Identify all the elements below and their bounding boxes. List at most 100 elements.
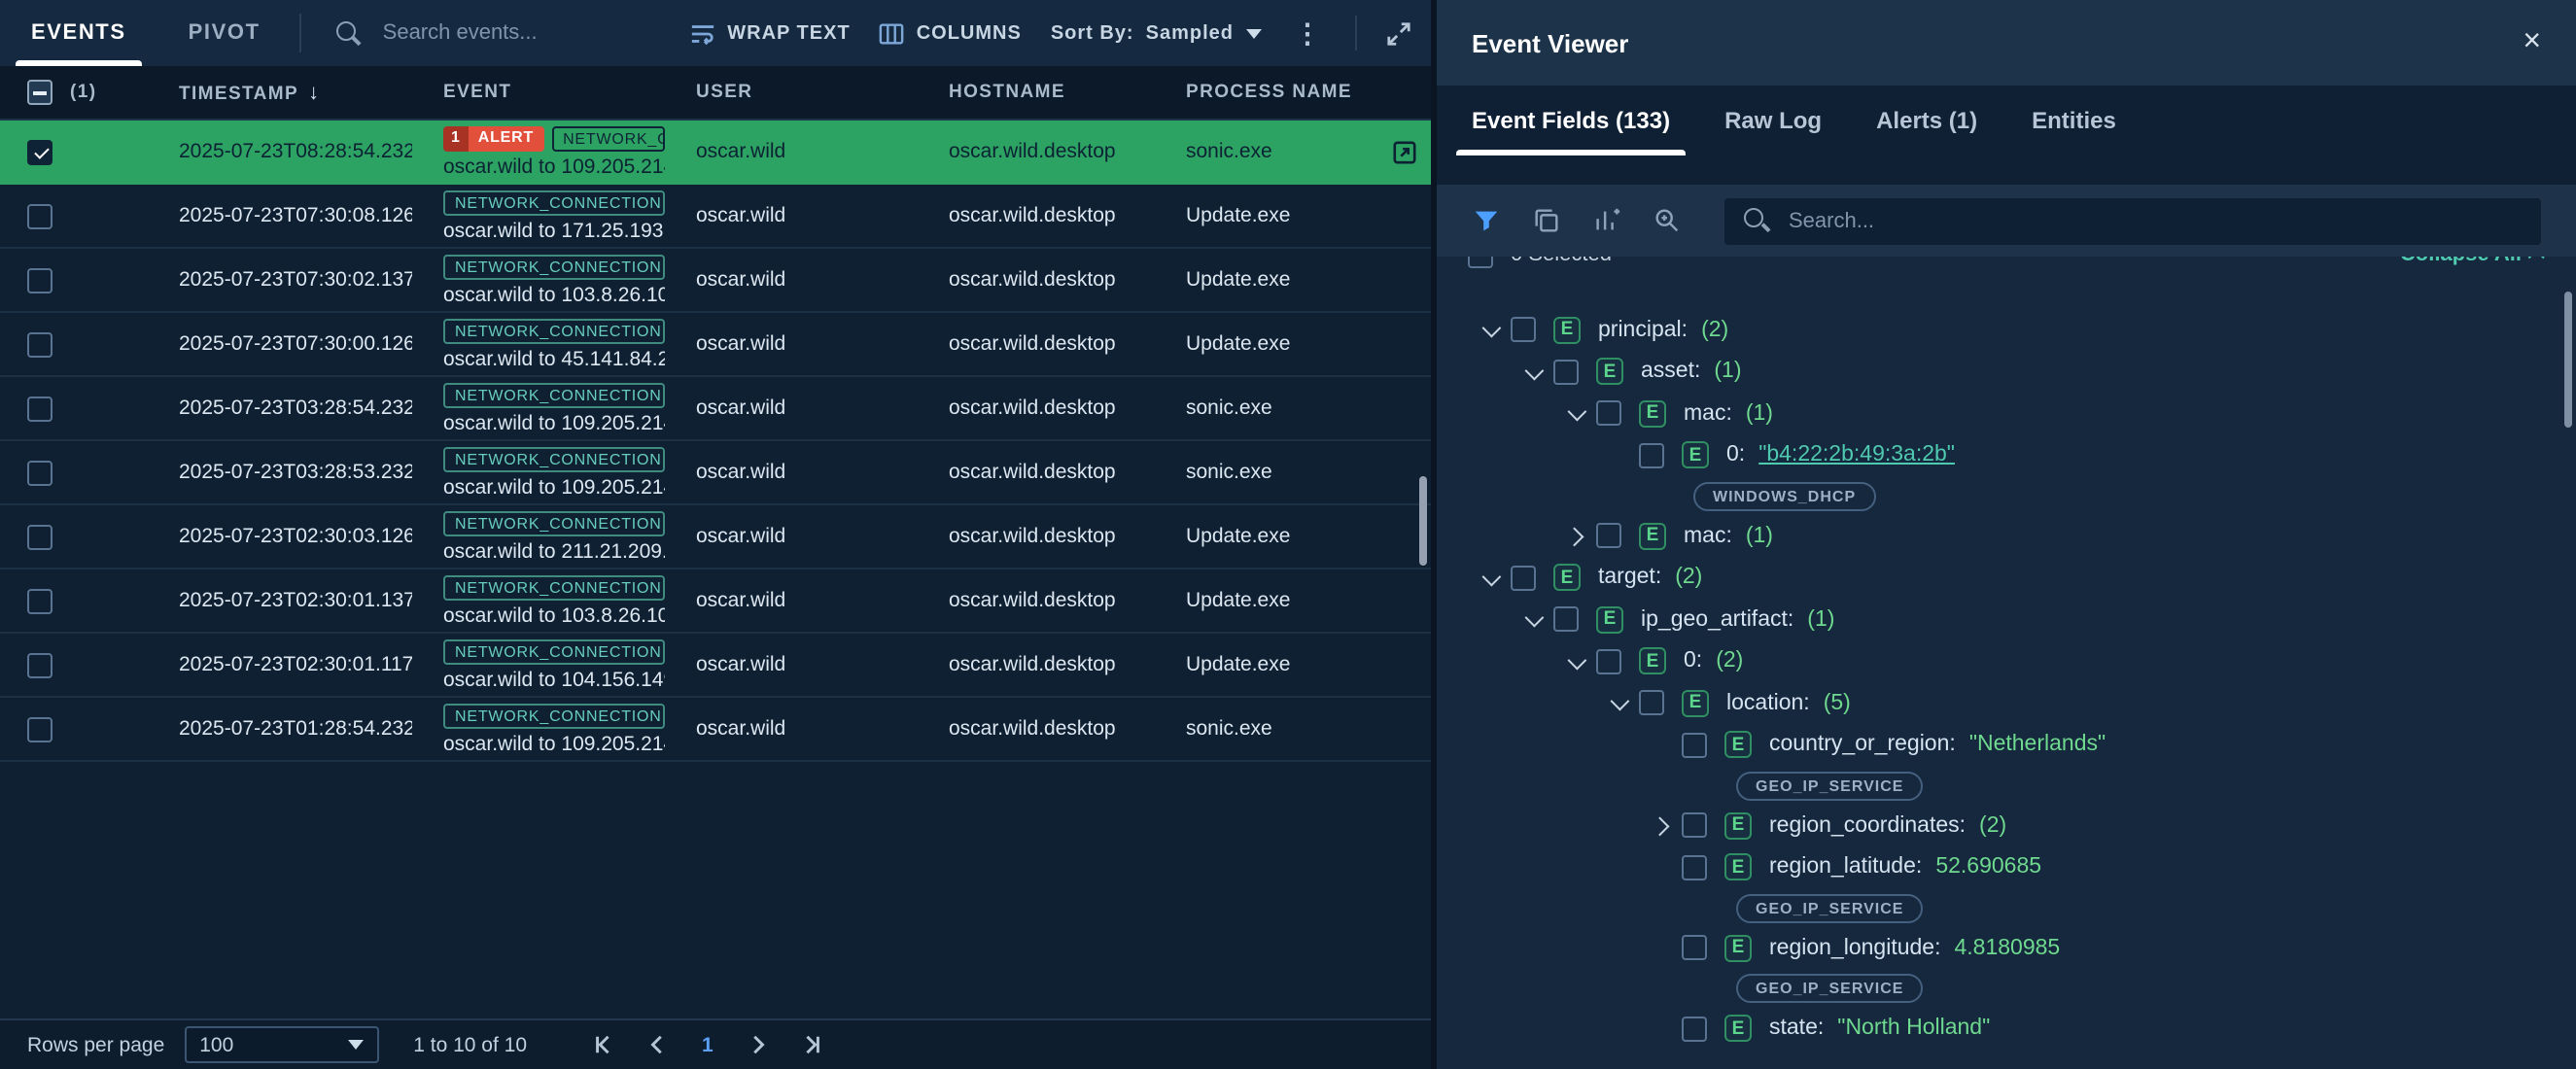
chevron-icon[interactable] xyxy=(1650,817,1669,837)
field-value[interactable]: 4.8180985 xyxy=(1955,937,2061,960)
select-all-checkbox[interactable] xyxy=(27,80,52,105)
tab-raw-log[interactable]: Raw Log xyxy=(1697,86,1849,155)
collapse-all-button[interactable]: Collapse All xyxy=(2400,257,2545,266)
tab-alerts-1[interactable]: Alerts (1) xyxy=(1849,86,2004,155)
field-checkbox[interactable] xyxy=(1511,318,1536,343)
tab-event-fields-133[interactable]: Event Fields (133) xyxy=(1445,86,1697,155)
tree-node[interactable]: E state: "North Holland" xyxy=(1437,1008,2576,1050)
field-checkbox[interactable] xyxy=(1511,566,1536,591)
field-checkbox[interactable] xyxy=(1596,401,1621,427)
rows-per-page-select[interactable]: 100 xyxy=(184,1026,378,1063)
tree-node[interactable]: E country_or_region: "Netherlands" xyxy=(1437,724,2576,766)
sort-desc-icon[interactable]: ↓ xyxy=(308,81,320,104)
chevron-icon[interactable] xyxy=(1567,650,1586,670)
tree-node[interactable]: E region_coordinates: (2) xyxy=(1437,805,2576,846)
field-value[interactable]: 52.690685 xyxy=(1935,856,2041,879)
field-checkbox[interactable] xyxy=(1596,524,1621,549)
column-header-timestamp[interactable]: TIMESTAMP↓ xyxy=(163,81,428,104)
event-type-chip[interactable]: NETWORK_CONNECTION xyxy=(443,638,665,664)
event-type-chip[interactable]: NETWORK_CONNECTION xyxy=(443,254,665,279)
field-checkbox[interactable] xyxy=(1682,733,1707,758)
field-value[interactable]: "b4:22:2b:49:3a:2b" xyxy=(1758,444,1955,467)
field-value[interactable]: "Netherlands" xyxy=(1969,734,2106,757)
column-header-process-name[interactable]: PROCESS NAME xyxy=(1170,82,1384,103)
field-value[interactable]: "North Holland" xyxy=(1837,1017,1990,1041)
tree-node[interactable]: E mac: (1) xyxy=(1437,515,2576,557)
add-chart-icon[interactable] xyxy=(1592,206,1621,235)
investigate-icon[interactable] xyxy=(1392,139,1429,164)
previous-page-icon[interactable] xyxy=(647,1034,669,1055)
field-checkbox[interactable] xyxy=(1639,443,1664,468)
table-row[interactable]: 2025-07-23T02:30:01.117 NETWORK_CONNECTI… xyxy=(0,634,1431,698)
tree-node[interactable]: E asset: (1) xyxy=(1437,351,2576,393)
events-search-input[interactable] xyxy=(379,19,664,47)
table-row[interactable]: 2025-07-23T01:28:54.232 NETWORK_CONNECTI… xyxy=(0,698,1431,762)
event-type-chip[interactable]: NETWORK_CONNECTION xyxy=(443,574,665,600)
chevron-icon[interactable] xyxy=(1610,692,1629,711)
event-type-chip[interactable]: NETWORK_CONNECTION xyxy=(443,510,665,535)
tab-events[interactable]: EVENTS xyxy=(0,0,157,66)
last-page-icon[interactable] xyxy=(801,1034,822,1055)
table-scrollbar[interactable] xyxy=(1419,476,1427,566)
wrap-text-button[interactable]: WRAP TEXT xyxy=(690,20,850,46)
table-row[interactable]: 2025-07-23T07:30:08.126 NETWORK_CONNECTI… xyxy=(0,185,1431,249)
field-checkbox[interactable] xyxy=(1682,1017,1707,1042)
fields-search-input[interactable] xyxy=(1785,207,2522,234)
filter-icon[interactable] xyxy=(1472,206,1501,235)
tree-node[interactable]: E region_longitude: 4.8180985 xyxy=(1437,927,2576,969)
expand-panel-icon[interactable] xyxy=(1386,20,1411,46)
first-page-icon[interactable] xyxy=(593,1034,614,1055)
tree-node[interactable]: E ip_geo_artifact: (1) xyxy=(1437,599,2576,640)
field-checkbox[interactable] xyxy=(1553,607,1579,633)
row-checkbox[interactable] xyxy=(27,588,52,613)
select-all-fields-checkbox[interactable] xyxy=(1468,257,1493,267)
event-type-chip[interactable]: NETWORK_CONNECTION xyxy=(443,318,665,343)
field-checkbox[interactable] xyxy=(1682,855,1707,880)
tree-node[interactable]: E mac: (1) xyxy=(1437,393,2576,434)
row-checkbox[interactable] xyxy=(27,396,52,421)
fields-scrollbar[interactable] xyxy=(2564,292,2572,428)
table-row[interactable]: 2025-07-23T03:28:54.232 NETWORK_CONNECTI… xyxy=(0,377,1431,441)
row-checkbox[interactable] xyxy=(27,652,52,677)
chevron-icon[interactable] xyxy=(1567,402,1586,422)
event-type-chip[interactable]: NETWORK_CONNECTION xyxy=(551,125,665,151)
chevron-icon[interactable] xyxy=(1524,361,1544,380)
column-header-user[interactable]: USER xyxy=(680,82,933,103)
chevron-icon[interactable] xyxy=(1481,319,1501,338)
row-checkbox[interactable] xyxy=(27,524,52,549)
table-row[interactable]: 2025-07-23T07:30:02.137 NETWORK_CONNECTI… xyxy=(0,249,1431,313)
tree-node[interactable]: E 0: "b4:22:2b:49:3a:2b" xyxy=(1437,434,2576,476)
columns-button[interactable]: COLUMNS xyxy=(880,20,1022,46)
row-checkbox[interactable] xyxy=(27,331,52,357)
table-row[interactable]: 2025-07-23T02:30:01.137 NETWORK_CONNECTI… xyxy=(0,569,1431,634)
tree-node[interactable]: E principal: (2) xyxy=(1437,309,2576,351)
field-checkbox[interactable] xyxy=(1553,360,1579,385)
tab-entities[interactable]: Entities xyxy=(2004,86,2143,155)
field-checkbox[interactable] xyxy=(1639,691,1664,716)
table-row[interactable]: 2025-07-23T08:28:54.232 1 ALERT NETWORK_… xyxy=(0,121,1431,185)
chevron-icon[interactable] xyxy=(1564,528,1584,547)
tree-node[interactable]: E 0: (2) xyxy=(1437,640,2576,682)
table-row[interactable]: 2025-07-23T03:28:53.232 NETWORK_CONNECTI… xyxy=(0,441,1431,505)
next-page-icon[interactable] xyxy=(747,1034,768,1055)
column-header-event[interactable]: EVENT xyxy=(428,82,680,103)
event-type-chip[interactable]: NETWORK_CONNECTION xyxy=(443,446,665,471)
field-checkbox[interactable] xyxy=(1682,813,1707,839)
field-checkbox[interactable] xyxy=(1596,649,1621,674)
event-type-chip[interactable]: NETWORK_CONNECTION xyxy=(443,703,665,728)
row-checkbox[interactable] xyxy=(27,716,52,741)
alert-badge[interactable]: 1 ALERT xyxy=(443,125,543,151)
row-checkbox[interactable] xyxy=(27,460,52,485)
event-type-chip[interactable]: NETWORK_CONNECTION xyxy=(443,190,665,215)
chevron-icon[interactable] xyxy=(1524,608,1544,628)
field-checkbox[interactable] xyxy=(1682,936,1707,961)
copy-fields-icon[interactable] xyxy=(1532,206,1561,235)
kebab-menu-icon[interactable]: ⋮ xyxy=(1290,17,1326,50)
sort-by-dropdown[interactable]: Sort By: Sampled xyxy=(1051,22,1261,44)
row-checkbox[interactable] xyxy=(27,139,52,164)
row-checkbox[interactable] xyxy=(27,267,52,293)
event-type-chip[interactable]: NETWORK_CONNECTION xyxy=(443,382,665,407)
fields-search[interactable] xyxy=(1724,197,2541,244)
column-header-hostname[interactable]: HOSTNAME xyxy=(933,82,1170,103)
udm-search-icon[interactable] xyxy=(1653,206,1682,235)
